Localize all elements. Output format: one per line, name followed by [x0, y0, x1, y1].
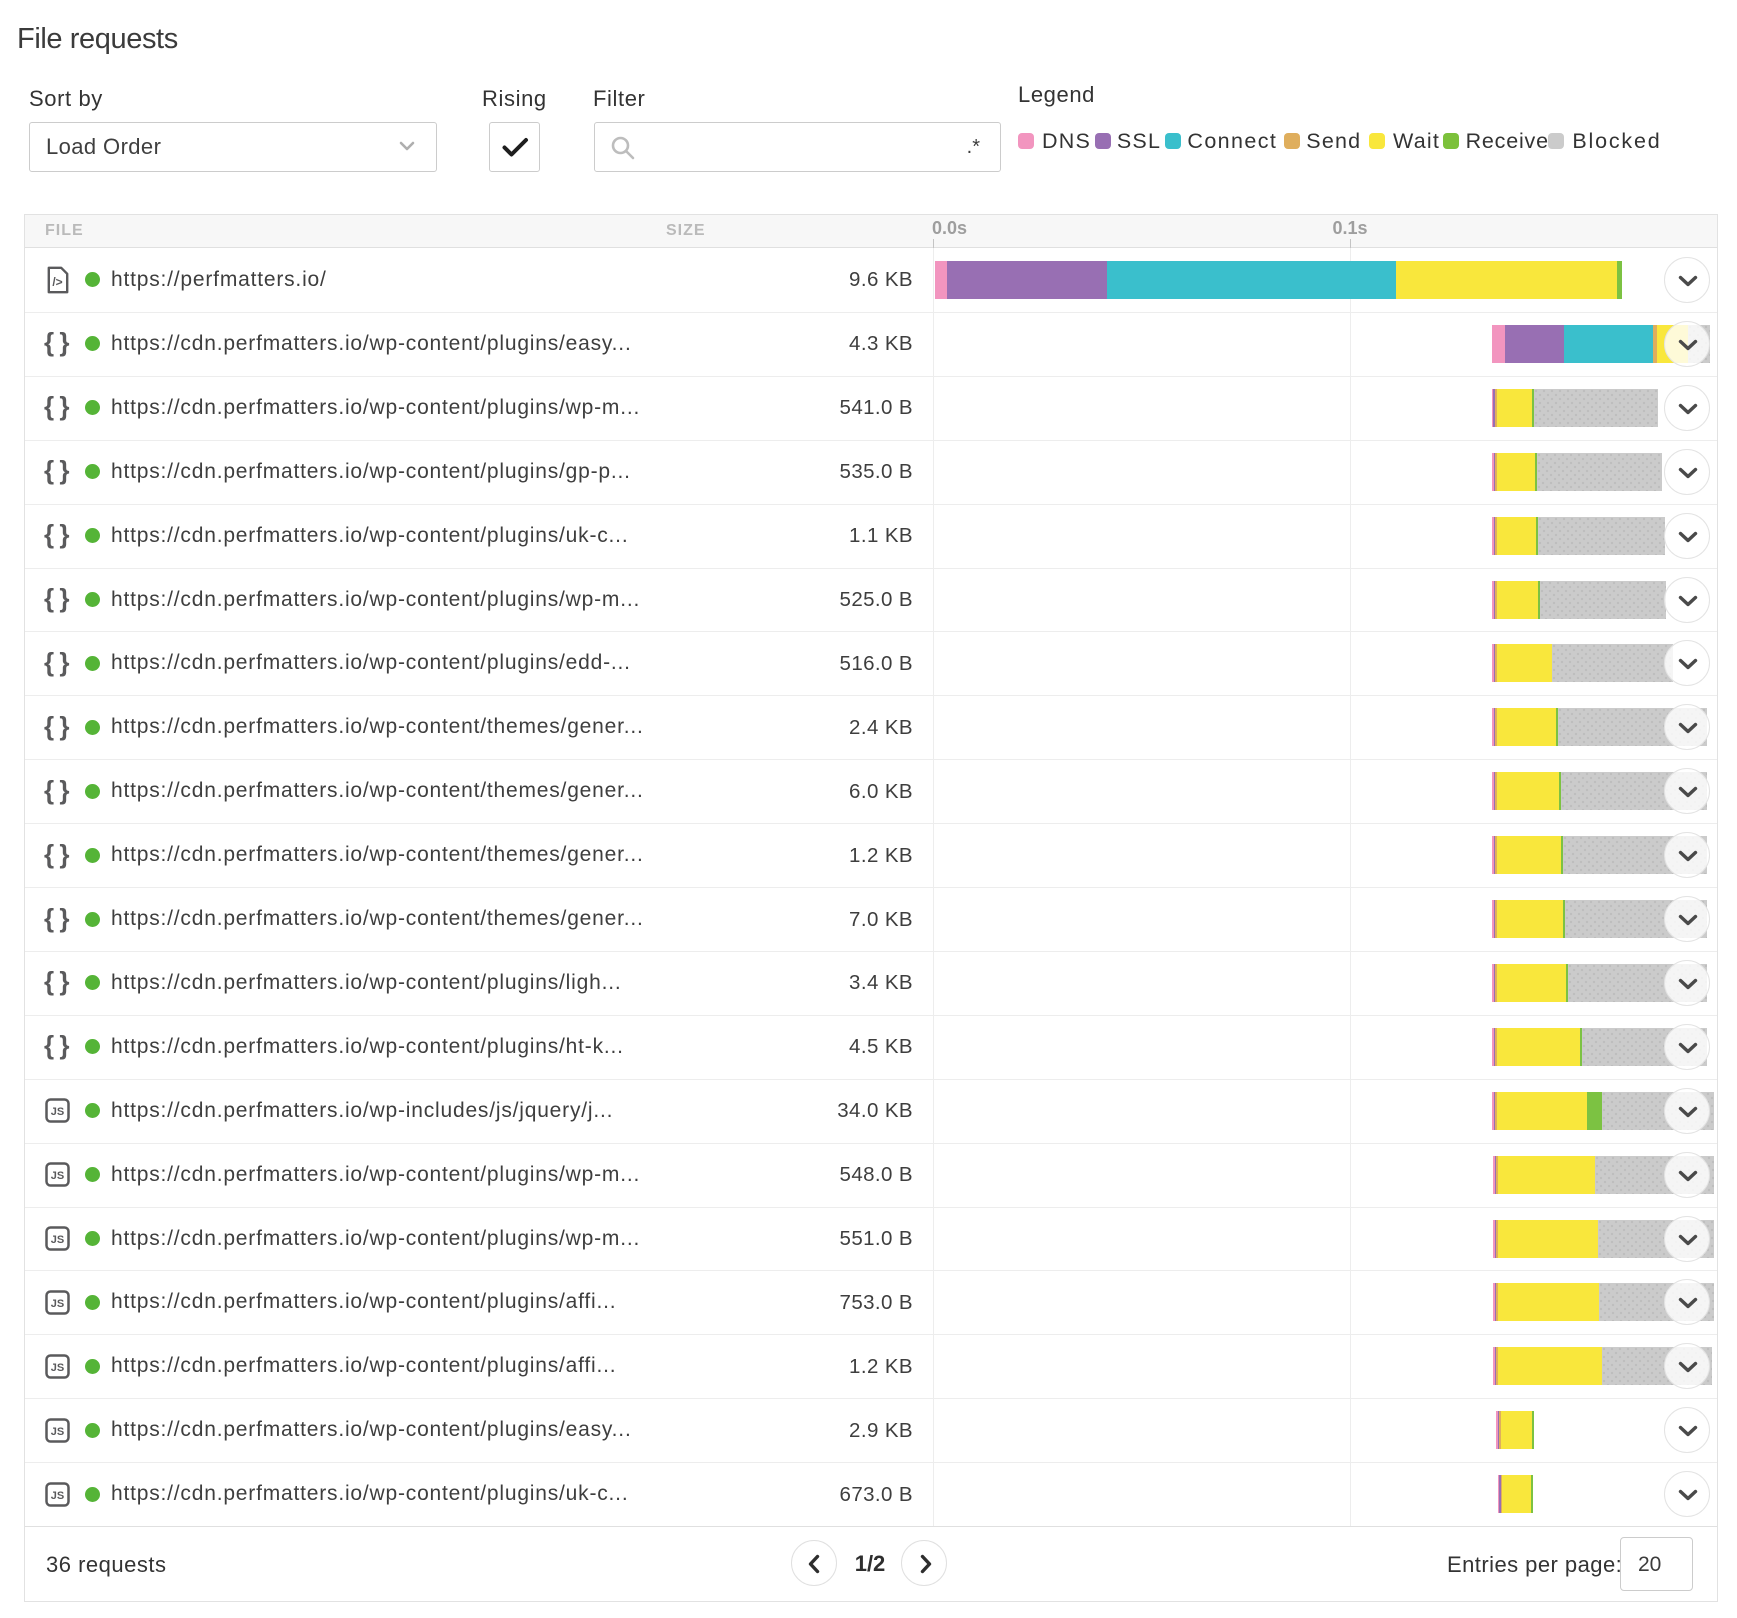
svg-text:JS: JS: [51, 1298, 64, 1310]
svg-text:JS: JS: [51, 1426, 64, 1438]
svg-text:JS: JS: [51, 1490, 64, 1502]
svg-text:JS: JS: [51, 1106, 64, 1118]
svg-text:JS: JS: [51, 1170, 64, 1182]
svg-text:JS: JS: [51, 1234, 64, 1246]
svg-text:JS: JS: [51, 1362, 64, 1374]
svg-text:/>: />: [52, 275, 62, 289]
